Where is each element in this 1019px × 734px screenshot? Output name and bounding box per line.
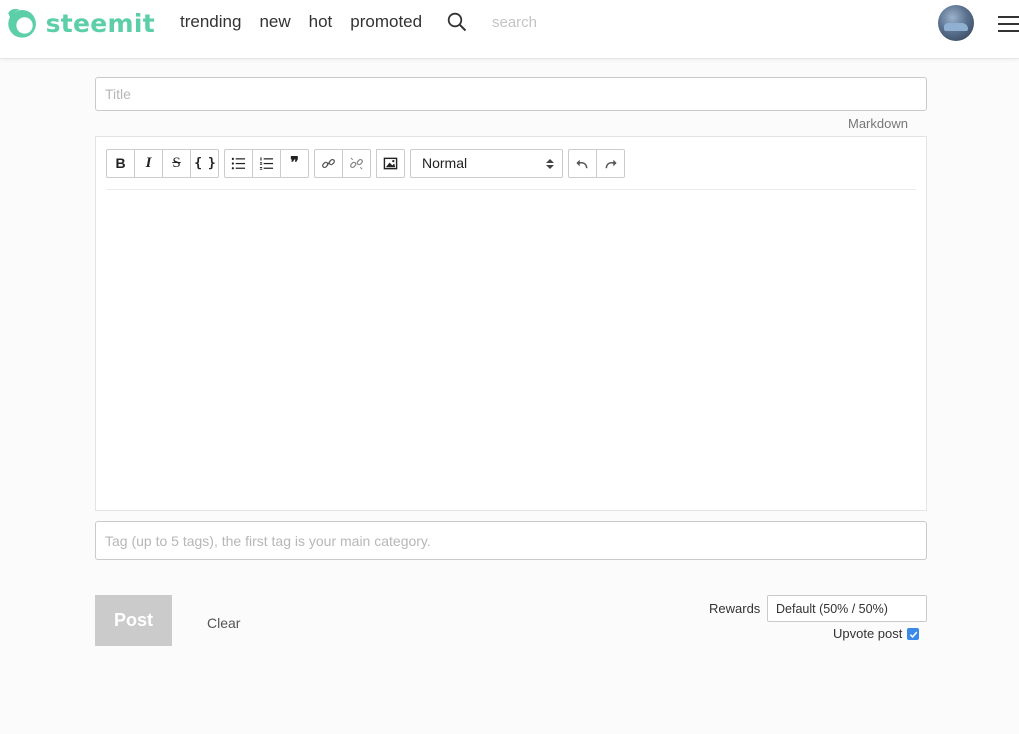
strikethrough-button[interactable]: S [162,148,191,178]
tags-input[interactable] [95,521,927,560]
strikethrough-icon: S [172,154,181,171]
search-input[interactable] [482,10,702,34]
image-button[interactable] [376,148,405,178]
unlink-button[interactable] [342,148,371,178]
redo-button[interactable] [596,148,625,178]
search-icon[interactable] [447,12,467,32]
link-button[interactable] [314,148,343,178]
rewards-select[interactable]: Default (50% / 50%) [767,595,927,622]
user-avatar[interactable] [938,5,974,41]
quote-icon: ❞ [290,155,299,172]
nav-promoted[interactable]: promoted [350,12,422,32]
toolbar-divider [106,189,916,190]
steemit-logo-icon [8,8,36,38]
format-select-value: Normal [422,155,468,171]
hamburger-menu-icon[interactable] [998,16,1019,34]
nav-new[interactable]: new [259,12,290,32]
italic-button[interactable]: I [134,148,163,178]
blockquote-button[interactable]: ❞ [280,148,309,178]
undo-button[interactable] [568,148,597,178]
image-icon [383,157,398,169]
nav-trending[interactable]: trending [180,12,241,32]
italic-icon: I [145,154,152,171]
undo-icon [576,159,588,168]
rewards-label: Rewards [709,601,761,616]
nav-hot[interactable]: hot [309,12,333,32]
brand-name: steemit [45,8,155,38]
unlink-icon [350,157,363,169]
bold-button[interactable]: B [106,148,135,178]
upvote-post-label: Upvote post [833,626,903,641]
top-header: steemit trending new hot promoted [0,0,1019,59]
bullet-list-button[interactable] [224,148,253,178]
bold-icon: B [115,155,126,171]
clear-button[interactable]: Clear [207,615,240,631]
numbered-list-icon [259,156,274,170]
steemit-logo[interactable]: steemit [5,3,155,43]
editor-toolbar: B I S { } ❞ Normal [106,148,630,178]
code-button[interactable]: { } [190,148,219,178]
post-button[interactable]: Post [95,595,172,646]
code-icon: { } [194,155,216,171]
main-nav: trending new hot promoted [180,12,422,32]
link-icon [322,158,335,168]
bullet-list-icon [231,157,246,169]
checkmark-icon [909,631,917,638]
numbered-list-button[interactable] [252,148,281,178]
text-format-select[interactable]: Normal [410,148,563,178]
title-input[interactable] [95,77,927,111]
redo-icon [605,159,617,168]
rich-text-editor[interactable]: B I S { } ❞ Normal [95,136,927,511]
markdown-toggle-link[interactable]: Markdown [848,116,908,131]
updown-arrow-icon [546,158,554,169]
upvote-post-checkbox[interactable] [907,628,919,640]
